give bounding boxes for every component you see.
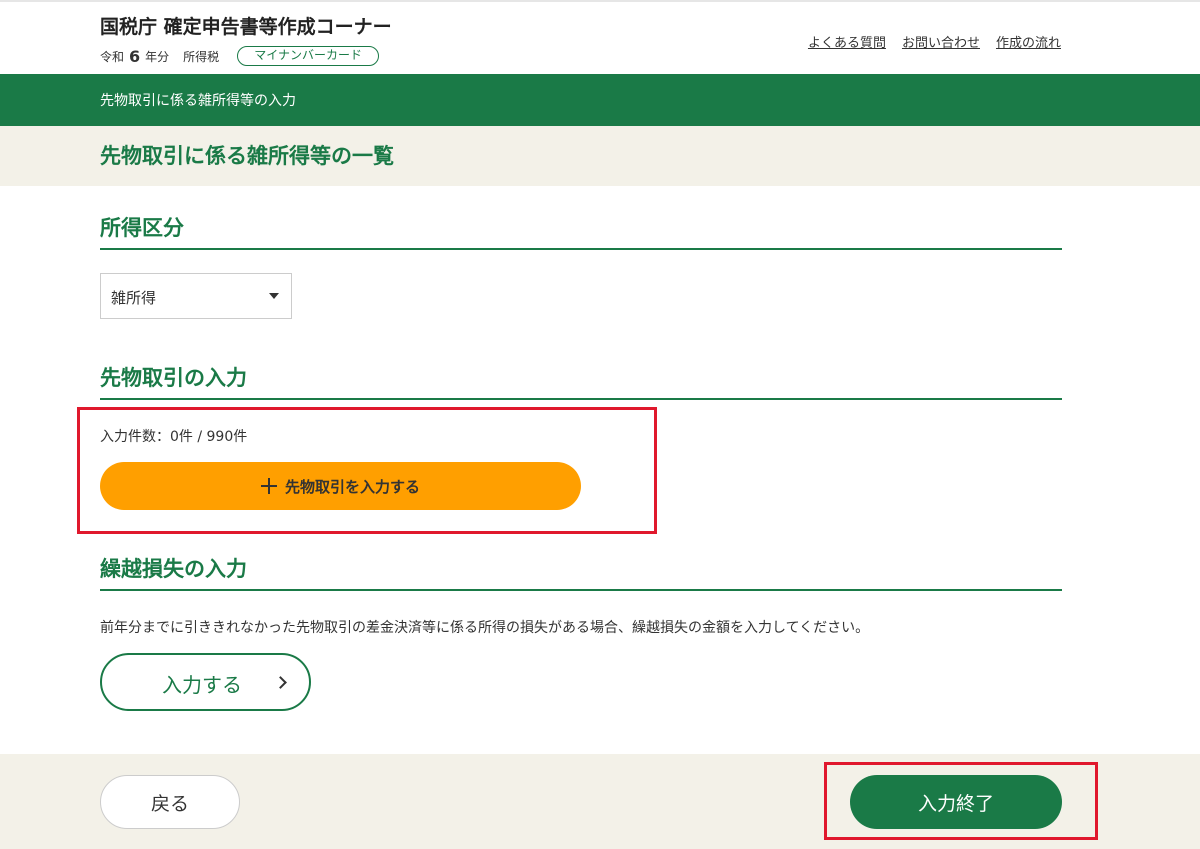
finish-input-button[interactable]: 入力終了 — [850, 775, 1062, 829]
breadcrumb-text: 先物取引に係る雑所得等の入力 — [100, 93, 296, 109]
carryover-input-label: 入力する — [162, 675, 242, 697]
contact-link[interactable]: お問い合わせ — [902, 32, 980, 51]
add-futures-button[interactable]: 先物取引を入力する — [100, 462, 581, 510]
income-category-value: 雑所得 — [111, 289, 157, 307]
year-number: 6 — [129, 46, 141, 66]
flow-link[interactable]: 作成の流れ — [996, 32, 1061, 51]
site-header: 国税庁 確定申告書等作成コーナー 令和 6 年分 所得税 マイナンバーカード よ… — [0, 0, 1200, 74]
entry-count: 入力件数：0件 / 990件 — [100, 429, 248, 445]
back-button[interactable]: 戻る — [100, 775, 240, 829]
my-number-card-badge: マイナンバーカード — [237, 46, 379, 66]
income-category-select[interactable]: 雑所得 — [100, 273, 292, 319]
tax-year-info: 令和 6 年分 所得税 マイナンバーカード — [100, 46, 379, 66]
site-title: 国税庁 確定申告書等作成コーナー — [100, 16, 392, 38]
era-label: 令和 — [100, 49, 125, 64]
carryover-loss-heading: 繰越損失の入力 — [100, 553, 1062, 591]
futures-input-heading: 先物取引の入力 — [100, 362, 1062, 400]
tax-type: 所得税 — [183, 49, 220, 64]
footer-bar: 戻る 入力終了 — [0, 754, 1200, 849]
page-title-bar: 先物取引に係る雑所得等の一覧 — [0, 126, 1200, 186]
header-links: よくある質問 お問い合わせ 作成の流れ — [808, 32, 1061, 51]
carryover-input-button[interactable]: 入力する — [100, 653, 311, 711]
dropdown-caret-icon — [269, 293, 279, 299]
year-suffix: 年分 — [145, 49, 170, 64]
breadcrumb: 先物取引に係る雑所得等の入力 — [0, 74, 1200, 126]
carryover-description: 前年分までに引ききれなかった先物取引の差金決済等に係る所得の損失がある場合、繰越… — [100, 620, 870, 636]
income-category-heading: 所得区分 — [100, 212, 1062, 250]
faq-link[interactable]: よくある質問 — [808, 32, 886, 51]
add-futures-label: 先物取引を入力する — [284, 478, 420, 496]
chevron-right-icon — [274, 676, 287, 689]
page-title: 先物取引に係る雑所得等の一覧 — [100, 144, 394, 168]
plus-icon — [260, 478, 277, 494]
